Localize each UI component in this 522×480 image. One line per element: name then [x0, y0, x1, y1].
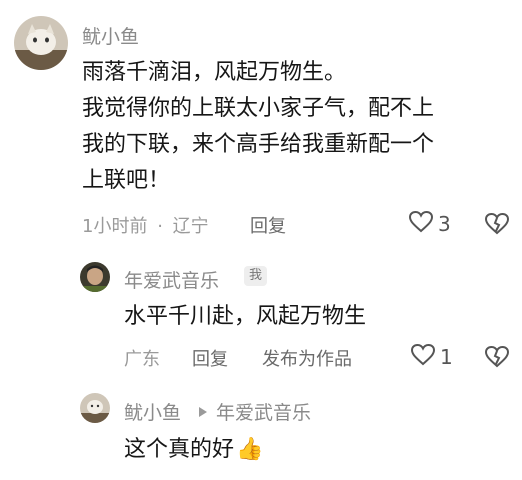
thumbs-up-emoji: 👍: [236, 437, 264, 462]
comment-line: 上联吧！: [82, 168, 171, 193]
comment-line: 雨落千滴泪，风起万物生。: [82, 60, 347, 85]
reply-author[interactable]: 年爱武音乐: [124, 266, 219, 293]
comment-author[interactable]: 鱿小鱼: [82, 22, 139, 49]
reply-text-content: 这个真的好: [124, 437, 235, 462]
comment-line: 我觉得你的上联太小家子气，配不上: [82, 96, 435, 121]
avatar[interactable]: [80, 262, 110, 292]
triangle-right-icon: [198, 403, 208, 422]
reply-button[interactable]: 回复: [192, 345, 228, 371]
self-badge: 我: [244, 266, 268, 286]
reply-to-user[interactable]: 年爱武音乐: [216, 398, 311, 425]
comment-meta: 1小时前 · 辽宁: [82, 212, 209, 238]
reply-text: 水平千川赴，风起万物生: [124, 304, 367, 329]
avatar[interactable]: [80, 393, 110, 423]
broken-heart-icon: [484, 345, 510, 373]
dislike-button[interactable]: [484, 345, 510, 373]
reply-text: 这个真的好 👍: [124, 435, 263, 465]
reply-location: 广东: [124, 349, 160, 370]
avatar[interactable]: [14, 16, 68, 70]
comment-location: 辽宁: [172, 216, 209, 237]
like-button[interactable]: 1: [410, 343, 453, 371]
broken-heart-icon: [484, 212, 510, 240]
publish-as-work-button[interactable]: 发布为作品: [262, 345, 352, 371]
like-button[interactable]: 3: [408, 210, 451, 238]
meta-separator: ·: [157, 216, 163, 237]
reply-button[interactable]: 回复: [250, 212, 286, 238]
heart-outline-icon: [410, 343, 436, 371]
comment-line: 我的下联，来个高手给我重新配一个: [82, 132, 435, 157]
reply-author[interactable]: 鱿小鱼: [124, 398, 181, 425]
dislike-button[interactable]: [484, 212, 510, 240]
like-count: 3: [438, 212, 451, 236]
like-count: 1: [440, 345, 453, 369]
heart-outline-icon: [408, 210, 434, 238]
comment-time: 1小时前: [82, 216, 148, 237]
comment-text: 雨落千滴泪，风起万物生。 我觉得你的上联太小家子气，配不上 我的下联，来个高手给…: [82, 58, 512, 196]
